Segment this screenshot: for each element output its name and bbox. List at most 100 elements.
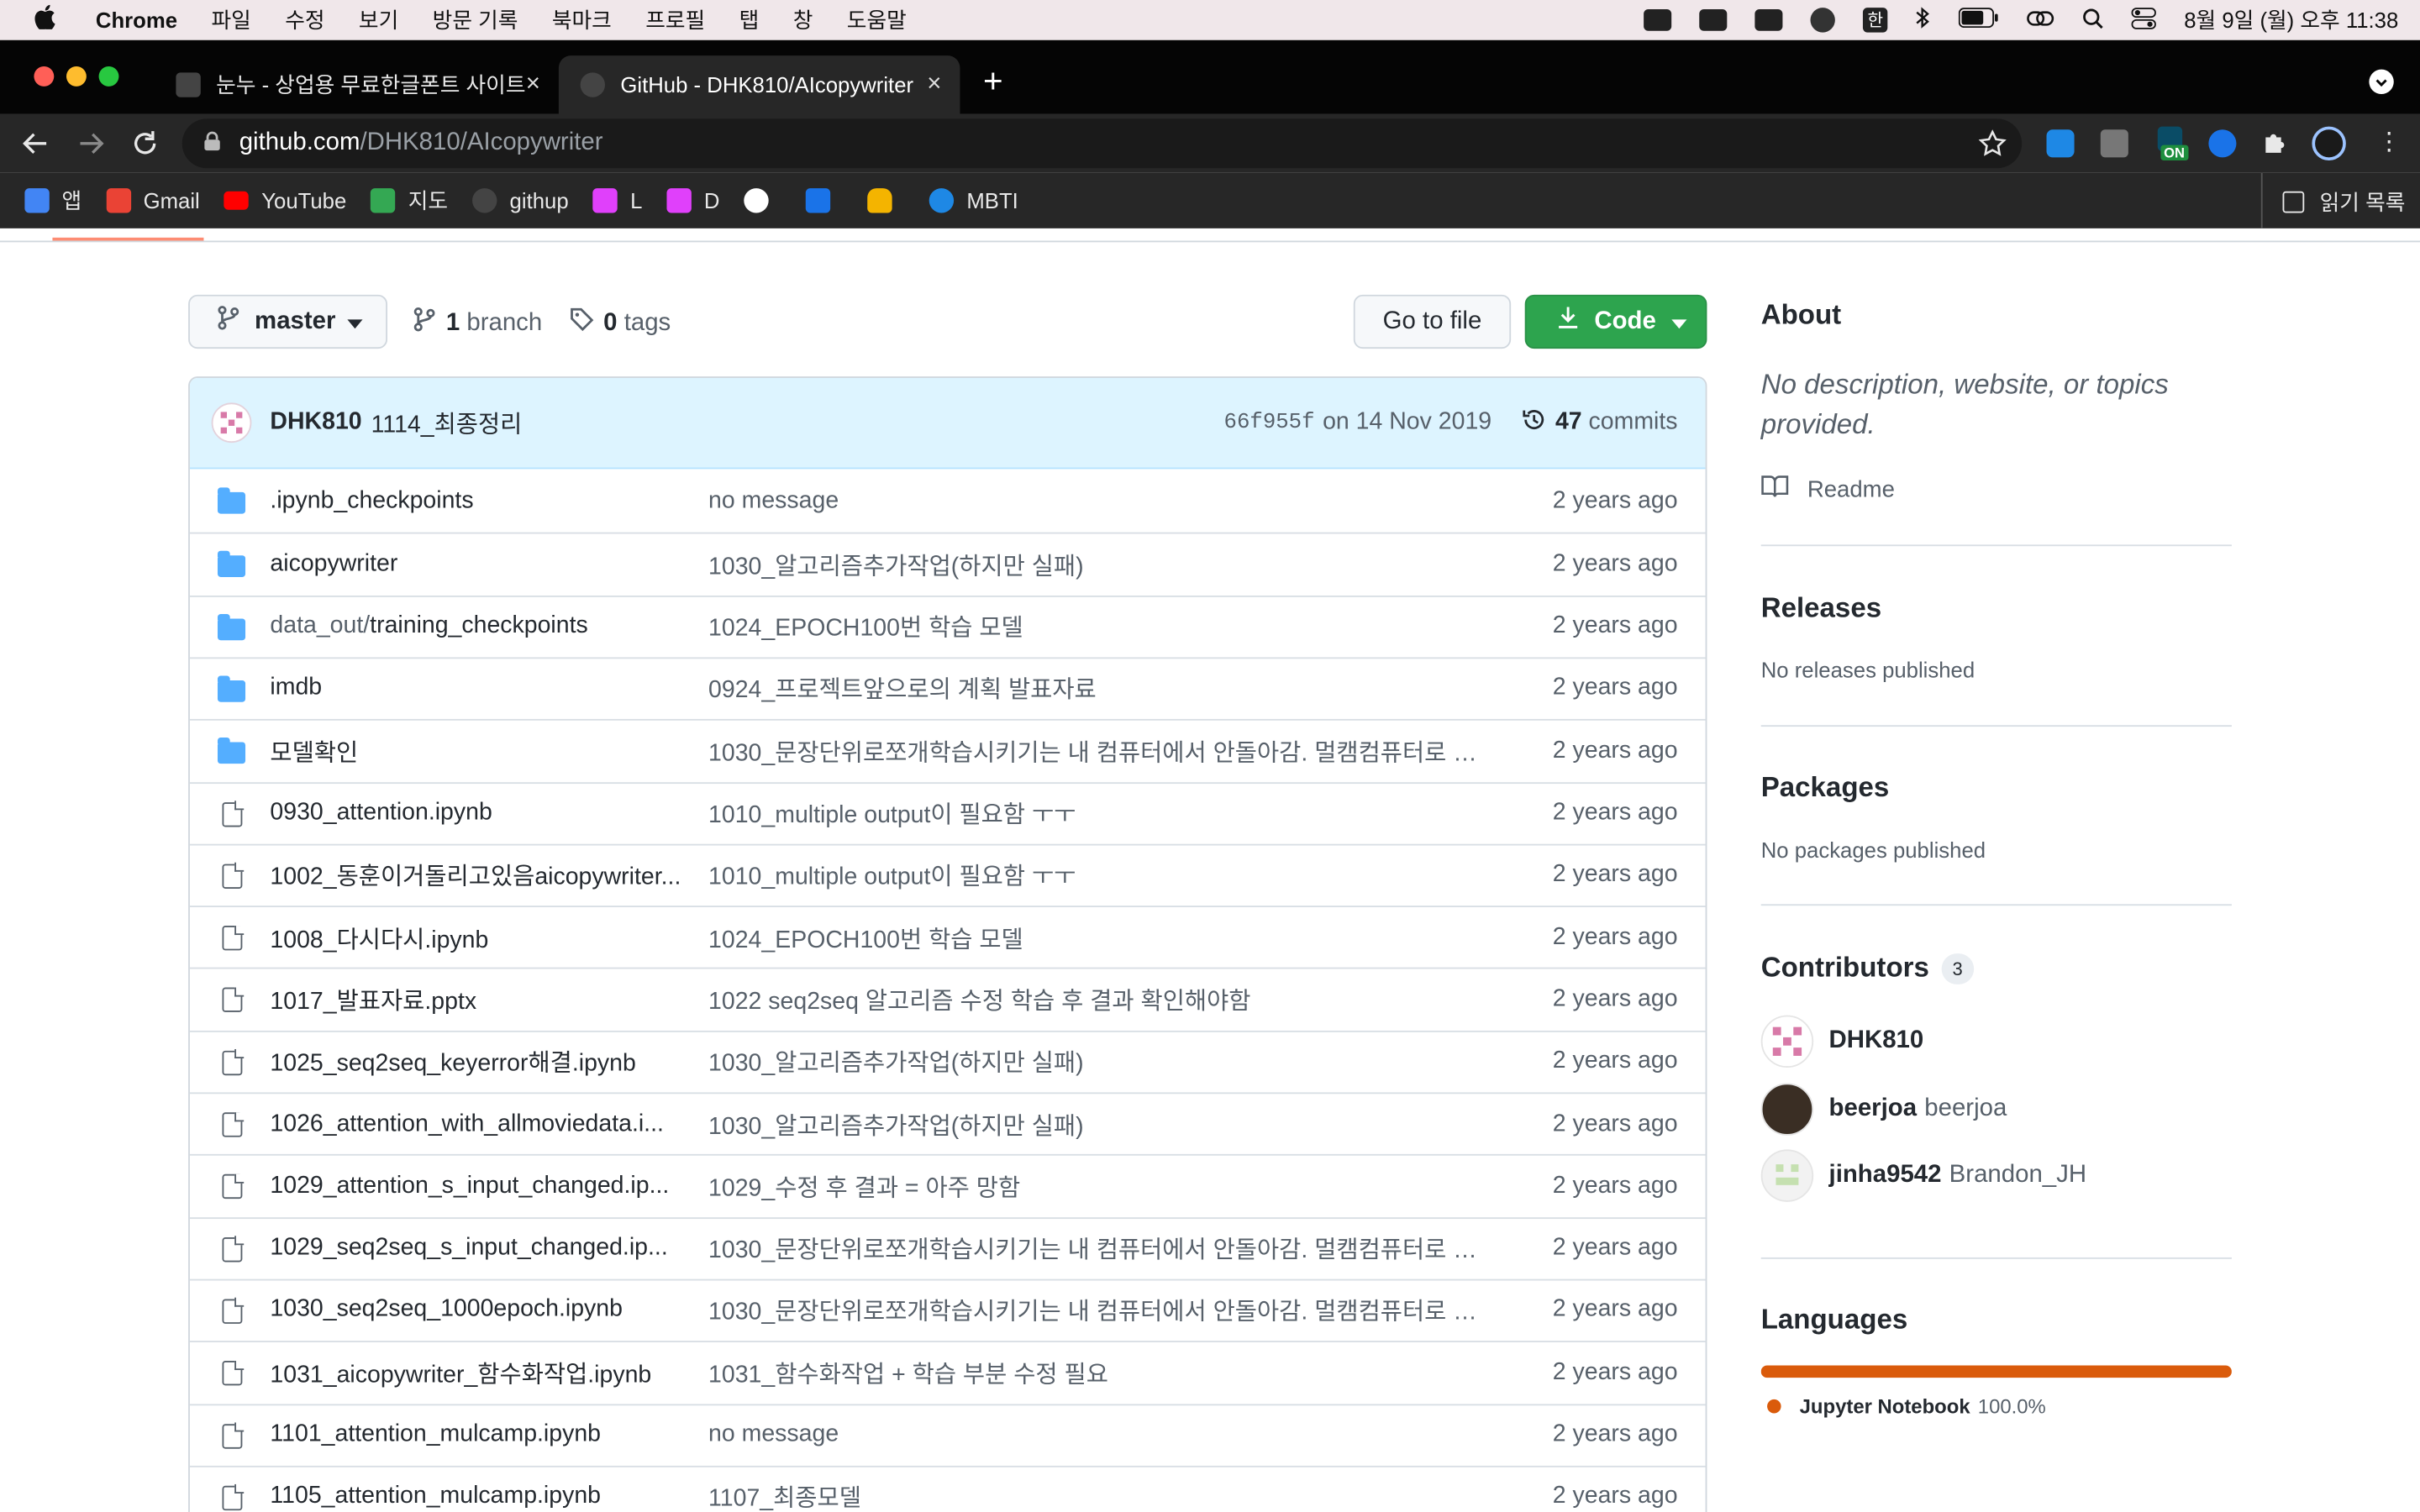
branch-selector-button[interactable]: master: [188, 294, 388, 349]
branches-link[interactable]: 1 branch: [413, 307, 542, 340]
file-name-text[interactable]: 1029_seq2seq_s_input_changed.ip...: [270, 1235, 667, 1261]
status-app-icon[interactable]: [1810, 8, 1835, 33]
file-name[interactable]: 1030_seq2seq_1000epoch.ipynb: [270, 1297, 683, 1325]
code-extension-icon[interactable]: [2100, 129, 2128, 158]
file-name-text[interactable]: 1017_발표자료.pptx: [270, 989, 476, 1015]
bookmark-l[interactable]: L: [593, 188, 642, 213]
more-menu-icon[interactable]: ⋮: [2377, 129, 2402, 157]
tab-noonnu[interactable]: 눈누 - 상업용 무료한글폰트 사이트 ×: [155, 55, 559, 114]
bookmark-d-blue[interactable]: [806, 188, 843, 213]
bookmark-youtube[interactable]: YouTube: [224, 188, 346, 213]
tab-search-icon[interactable]: [2369, 69, 2394, 95]
menubar-item-window[interactable]: 창: [793, 5, 813, 36]
menubar-app-name[interactable]: Chrome: [96, 8, 177, 32]
file-name-text[interactable]: 0930_attention.ipynb: [270, 799, 492, 825]
file-row[interactable]: 1008_다시다시.ipynb 1024_EPOCH100번 학습 모델 2 yea…: [189, 906, 1706, 967]
commit-author[interactable]: DHK810: [270, 409, 361, 437]
file-name-text[interactable]: 1030_seq2seq_1000epoch.ipynb: [270, 1297, 623, 1323]
window-close-button[interactable]: [34, 66, 55, 87]
commit-message[interactable]: 1114_최종정리: [371, 406, 523, 439]
code-button[interactable]: Code: [1524, 294, 1707, 349]
extension-on-icon[interactable]: ON: [2157, 126, 2191, 161]
file-commit-message[interactable]: 1031_함수화작업 + 학습 부분 수정 필요: [708, 1356, 1489, 1389]
bookmark-gmail[interactable]: Gmail: [106, 188, 200, 213]
language-item[interactable]: Jupyter Notebook 100.0%: [1767, 1394, 2046, 1418]
contributors-heading[interactable]: Contributors 3: [1761, 952, 1974, 984]
puzzle-icon[interactable]: [2261, 129, 2289, 165]
new-tab-button[interactable]: +: [983, 61, 1003, 102]
search-icon[interactable]: [2082, 7, 2104, 33]
bookmark-apps[interactable]: 앱: [24, 185, 82, 216]
bookmark-star-icon[interactable]: [1978, 129, 2007, 165]
forward-arrow-icon[interactable]: [77, 129, 105, 165]
file-name[interactable]: data_out/training_checkpoints: [270, 612, 683, 640]
file-row[interactable]: 모델확인 1030_문장단위로쪼개학습시키기는 내 컴퓨터에서 안돌아감. 멀캠컴…: [189, 719, 1706, 780]
file-name[interactable]: 1025_seq2seq_keyerror해결.ipynb: [270, 1045, 683, 1079]
file-row[interactable]: 0930_attention.ipynb 1010_multiple output…: [189, 781, 1706, 843]
file-name-text[interactable]: 1025_seq2seq_keyerror해결.ipynb: [270, 1051, 635, 1077]
file-commit-message[interactable]: 1030_문장단위로쪼개학습시키기는 내 컴퓨터에서 안돌아감. 멀캠컴퓨터로 …: [708, 1231, 1489, 1265]
file-commit-message[interactable]: 1030_알고리즘추가작업(하지만 실패): [708, 1045, 1489, 1079]
profile-avatar[interactable]: [2312, 126, 2346, 161]
file-row[interactable]: 1030_seq2seq_1000epoch.ipynb 1030_문장단위로쪼개…: [189, 1278, 1706, 1340]
file-name[interactable]: .ipynb_checkpoints: [270, 487, 683, 515]
file-name[interactable]: 1029_seq2seq_s_input_changed.ip...: [270, 1235, 683, 1263]
input-method-indicator[interactable]: 한: [1862, 8, 1888, 33]
file-name[interactable]: 1101_attention_mulcamp.ipynb: [270, 1421, 683, 1449]
bookmark-mbti[interactable]: MBTI: [929, 188, 1018, 213]
reading-list-button[interactable]: 읽기 목록: [2282, 186, 2405, 218]
bookmark-maps[interactable]: 지도: [371, 185, 448, 216]
file-row[interactable]: imdb 0924_프로젝트앞으로의 계획 발표자료 2 years ago: [189, 657, 1706, 718]
file-name[interactable]: 1026_attention_with_allmoviedata.i...: [270, 1110, 683, 1138]
file-name[interactable]: 1031_aicopywriter_함수화작업.ipynb: [270, 1356, 683, 1389]
file-commit-message[interactable]: 0924_프로젝트앞으로의 계획 발표자료: [708, 672, 1489, 706]
menubar-item-view[interactable]: 보기: [359, 5, 398, 36]
file-row[interactable]: data_out/training_checkpoints 1024_EPOCH1…: [189, 595, 1706, 656]
menubar-item-profiles[interactable]: 프로필: [645, 5, 705, 36]
tags-link[interactable]: 0 tags: [570, 307, 671, 340]
file-name[interactable]: 0930_attention.ipynb: [270, 799, 683, 827]
file-name[interactable]: aicopywriter: [270, 550, 683, 578]
bookmark-githup[interactable]: githup: [472, 188, 569, 213]
file-commit-message[interactable]: 1030_알고리즘추가작업(하지만 실패): [708, 548, 1489, 581]
bluetooth-icon[interactable]: [1916, 6, 1931, 34]
file-row[interactable]: 1029_attention_s_input_changed.ip... 1029…: [189, 1154, 1706, 1215]
commit-sha[interactable]: 66f955f: [1224, 411, 1315, 435]
bookmark-d[interactable]: D: [666, 188, 719, 213]
menubar-item-history[interactable]: 방문 기록: [433, 5, 518, 36]
file-row[interactable]: aicopywriter 1030_알고리즘추가작업(하지만 실패) 2 years…: [189, 533, 1706, 594]
file-name-text[interactable]: training_checkpoints: [370, 612, 588, 638]
close-tab-icon[interactable]: ×: [526, 71, 540, 98]
file-name-text[interactable]: 1008_다시다시.ipynb: [270, 927, 488, 953]
bookmark-globe[interactable]: [744, 188, 781, 213]
releases-heading[interactable]: Releases: [1761, 592, 1881, 625]
file-row[interactable]: 1101_attention_mulcamp.ipynb no message 2 …: [189, 1403, 1706, 1465]
file-row[interactable]: 1029_seq2seq_s_input_changed.ip... 1030_문…: [189, 1216, 1706, 1278]
file-name-text[interactable]: 모델확인: [270, 740, 358, 766]
file-commit-message[interactable]: 1030_문장단위로쪼개학습시키기는 내 컴퓨터에서 안돌아감. 멀캠컴퓨터로 …: [708, 1294, 1489, 1327]
commits-link[interactable]: 47 commits: [1522, 407, 1678, 439]
avatar[interactable]: [211, 402, 252, 444]
file-name[interactable]: 1105_attention_mulcamp.ipynb: [270, 1483, 683, 1511]
file-row[interactable]: 1026_attention_with_allmoviedata.i... 103…: [189, 1092, 1706, 1153]
packages-heading[interactable]: Packages: [1761, 771, 1890, 804]
contributor-item[interactable]: DHK810: [1760, 1015, 1923, 1068]
file-commit-message[interactable]: 1022 seq2seq 알고리즘 수정 학습 후 결과 확인해야함: [708, 983, 1489, 1016]
contributor-item[interactable]: jinha9542 Brandon_JH: [1760, 1149, 2086, 1202]
file-commit-message[interactable]: no message: [708, 1421, 1489, 1449]
window-minimize-button[interactable]: [66, 66, 87, 87]
file-name[interactable]: 1002_동훈이거돌리고있음aicopywriter...: [270, 858, 683, 892]
menubar-item-edit[interactable]: 수정: [285, 5, 324, 36]
readme-link[interactable]: Readme: [1761, 474, 1895, 505]
file-name[interactable]: 1029_attention_s_input_changed.ip...: [270, 1173, 683, 1200]
bookmark-burger[interactable]: [867, 188, 905, 213]
file-commit-message[interactable]: 1010_multiple output이 필요함 ㅜㅜ: [708, 858, 1489, 892]
reload-icon[interactable]: [131, 129, 159, 165]
menubar-item-help[interactable]: 도움말: [847, 5, 907, 36]
file-name-text[interactable]: aicopywriter: [270, 550, 397, 576]
file-name-text[interactable]: 1026_attention_with_allmoviedata.i...: [270, 1110, 663, 1137]
file-commit-message[interactable]: 1024_EPOCH100번 학습 모델: [708, 921, 1489, 954]
back-arrow-icon[interactable]: [22, 129, 50, 165]
file-row[interactable]: 1017_발표자료.pptx 1022 seq2seq 알고리즘 수정 학습 후 …: [189, 968, 1706, 1029]
close-tab-icon[interactable]: ×: [927, 71, 941, 98]
